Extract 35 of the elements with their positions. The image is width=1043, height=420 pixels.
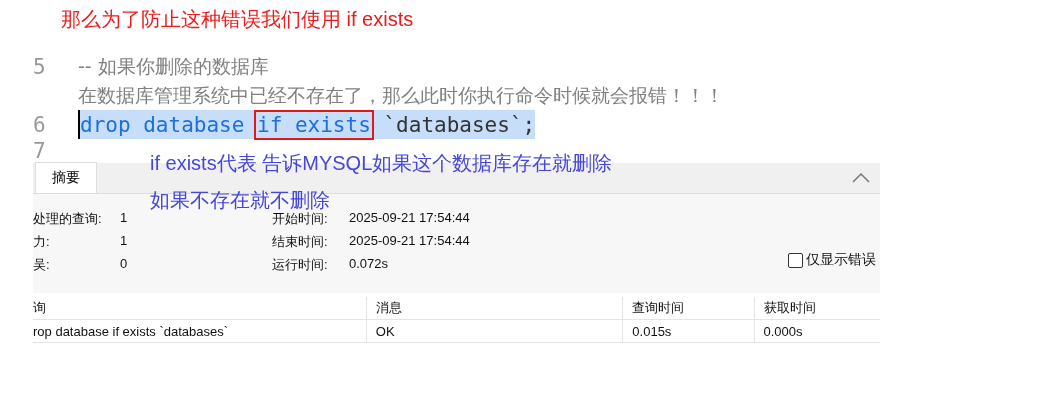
stat-value: 2025-09-21 17:54:44 (349, 210, 471, 227)
column-header: 查询时间 (622, 297, 755, 320)
column-header: 获取时间 (754, 297, 880, 320)
stat-value: 0.072s (349, 256, 390, 273)
stat-label: 结束时间: (272, 233, 329, 251)
stat-label: 力: (33, 233, 51, 251)
table-cell: OK (366, 319, 623, 343)
code-text: drop database (80, 112, 246, 137)
stat-label: 处理的查询: (33, 210, 103, 228)
column-header: 询 (33, 297, 367, 320)
code-comment: 在数据库管理系统中已经不存在了，那么此时你执行命令时候就会报错！！！ (78, 82, 724, 108)
column-header: 消息 (366, 297, 623, 320)
table-cell: 0.015s (622, 319, 755, 343)
line-number: 6 (33, 112, 47, 137)
line-number: 5 (33, 54, 47, 79)
code-comment: -- 如果你删除的数据库 (78, 53, 269, 79)
stat-label: 开始时间: (272, 210, 329, 228)
line-number: 7 (33, 139, 47, 163)
stat-label: 吴: (33, 256, 51, 274)
stat-value: 0 (120, 256, 129, 273)
stat-value: 1 (120, 210, 129, 227)
annotation-note: 如果不存在就不删除 (150, 188, 330, 212)
stat-label: 运行时间: (272, 256, 329, 274)
chevron-up-icon[interactable] (852, 172, 870, 183)
annotation-heading: 那么为了防止这种错误我们使用 if exists (61, 7, 415, 32)
highlighted-keyword: if exists (257, 112, 371, 137)
stat-value: 1 (120, 233, 129, 250)
code-text: `databases`; (382, 112, 536, 137)
table-cell: 0.000s (754, 319, 880, 343)
checkbox-label: 仅显示错误 (806, 251, 876, 269)
stat-value: 2025-09-21 17:54:44 (349, 233, 471, 250)
tab[interactable]: 摘要 (35, 162, 97, 193)
annotation-note: if exists代表 告诉MYSQL如果这个数据库存在就删除 (150, 151, 613, 175)
table-cell: rop database if exists `databases` (33, 319, 367, 343)
checkbox[interactable] (788, 252, 803, 268)
